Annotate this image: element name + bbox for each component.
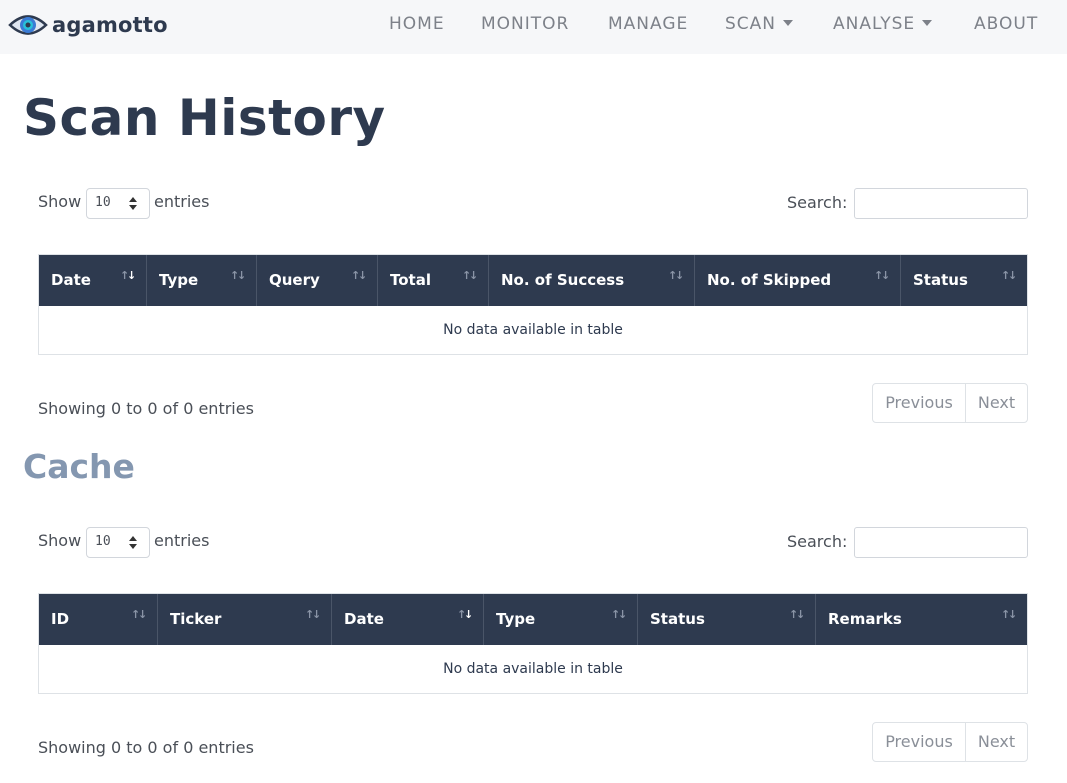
- sort-icon: ↑ ↓: [789, 608, 806, 621]
- show-label: Show: [38, 531, 82, 550]
- column-label: Status: [913, 271, 968, 289]
- nav-home[interactable]: HOME: [389, 12, 445, 36]
- navbar: agamotto HOME MONITOR MANAGE SCAN ANALYS…: [0, 0, 1067, 54]
- empty-table-message: No data available in table: [443, 322, 623, 338]
- column-header-skipped[interactable]: No. of Skipped ↑ ↓: [695, 255, 901, 306]
- sort-icon: ↑ ↓: [230, 269, 247, 282]
- section-title-cache: Cache: [23, 447, 135, 486]
- sort-icon: ↑ ↓: [457, 608, 474, 621]
- nav-about[interactable]: ABOUT: [974, 12, 1038, 36]
- select-arrows-icon: [129, 536, 137, 550]
- sort-icon: ↑ ↓: [611, 608, 628, 621]
- table-info: Showing 0 to 0 of 0 entries: [38, 399, 254, 418]
- sort-icon: ↑ ↓: [351, 269, 368, 282]
- pagination: Previous Next: [872, 383, 1028, 423]
- entries-label: entries: [154, 531, 210, 550]
- previous-button[interactable]: Previous: [873, 723, 966, 761]
- entries-select[interactable]: 10: [86, 527, 150, 558]
- column-header-success[interactable]: No. of Success ↑ ↓: [489, 255, 695, 306]
- column-header-type[interactable]: Type ↑ ↓: [147, 255, 257, 306]
- column-label: Date: [51, 271, 91, 289]
- chevron-down-icon: [783, 20, 794, 26]
- nav-scan-label: SCAN: [725, 14, 777, 34]
- table-header: ID ↑ ↓ Ticker ↑ ↓ Date ↑ ↓ Type ↑ ↓ Status ↑…: [39, 594, 1027, 645]
- column-header-ticker[interactable]: Ticker ↑ ↓: [158, 594, 332, 645]
- search-label: Search:: [787, 532, 848, 551]
- brand-name: agamotto: [52, 13, 168, 37]
- scan-history-table: Date ↑ ↓ Type ↑ ↓ Query ↑ ↓ Total ↑ ↓ No. of…: [38, 254, 1028, 355]
- nav-analyse-dropdown[interactable]: ANALYSE: [833, 12, 933, 36]
- column-label: No. of Skipped: [707, 271, 832, 289]
- column-header-total[interactable]: Total ↑ ↓: [378, 255, 489, 306]
- nav-manage[interactable]: MANAGE: [608, 12, 688, 36]
- column-header-remarks[interactable]: Remarks ↑ ↓: [816, 594, 1027, 645]
- table-header: Date ↑ ↓ Type ↑ ↓ Query ↑ ↓ Total ↑ ↓ No. of…: [39, 255, 1027, 306]
- nav-monitor[interactable]: MONITOR: [481, 12, 569, 36]
- sort-icon: ↑ ↓: [1001, 608, 1018, 621]
- next-button[interactable]: Next: [966, 384, 1027, 422]
- search-label: Search:: [787, 193, 848, 212]
- column-header-status[interactable]: Status ↑ ↓: [638, 594, 816, 645]
- column-label: Total: [390, 271, 431, 289]
- column-label: Type: [159, 271, 199, 289]
- sort-icon: ↑ ↓: [874, 269, 891, 282]
- column-header-date[interactable]: Date ↑ ↓: [332, 594, 484, 645]
- column-label: No. of Success: [501, 271, 625, 289]
- sort-icon: ↑ ↓: [462, 269, 479, 282]
- nav-analyse-label: ANALYSE: [833, 14, 916, 34]
- search-input[interactable]: [854, 527, 1028, 558]
- cache-table: ID ↑ ↓ Ticker ↑ ↓ Date ↑ ↓ Type ↑ ↓ Status ↑…: [38, 593, 1028, 694]
- column-label: Remarks: [828, 610, 902, 628]
- page-title: Scan History: [23, 89, 386, 147]
- entries-select-value: 10: [95, 195, 111, 210]
- entries-select[interactable]: 10: [86, 188, 150, 219]
- column-label: Ticker: [170, 610, 222, 628]
- brand-link[interactable]: agamotto: [8, 10, 168, 40]
- column-header-date[interactable]: Date ↑ ↓: [39, 255, 147, 306]
- show-label: Show: [38, 192, 82, 211]
- sort-icon: ↑ ↓: [120, 269, 137, 282]
- search-input[interactable]: [854, 188, 1028, 219]
- sort-icon: ↑ ↓: [305, 608, 322, 621]
- previous-button[interactable]: Previous: [873, 384, 966, 422]
- column-header-type[interactable]: Type ↑ ↓: [484, 594, 638, 645]
- chevron-down-icon: [922, 20, 933, 26]
- entries-select-value: 10: [95, 534, 111, 549]
- column-label: Type: [496, 610, 536, 628]
- select-arrows-icon: [129, 197, 137, 211]
- column-header-status[interactable]: Status ↑ ↓: [901, 255, 1027, 306]
- column-label: ID: [51, 610, 70, 628]
- entries-label: entries: [154, 192, 210, 211]
- next-button[interactable]: Next: [966, 723, 1027, 761]
- column-label: Date: [344, 610, 384, 628]
- column-header-query[interactable]: Query ↑ ↓: [257, 255, 378, 306]
- sort-icon: ↑ ↓: [668, 269, 685, 282]
- sort-icon: ↑ ↓: [1001, 269, 1018, 282]
- table-info: Showing 0 to 0 of 0 entries: [38, 738, 254, 757]
- eye-logo-icon: [8, 15, 48, 35]
- nav-scan-dropdown[interactable]: SCAN: [725, 12, 794, 36]
- empty-table-message: No data available in table: [443, 661, 623, 677]
- column-header-id[interactable]: ID ↑ ↓: [39, 594, 158, 645]
- column-label: Status: [650, 610, 705, 628]
- sort-icon: ↑ ↓: [131, 608, 148, 621]
- pagination: Previous Next: [872, 722, 1028, 762]
- column-label: Query: [269, 271, 320, 289]
